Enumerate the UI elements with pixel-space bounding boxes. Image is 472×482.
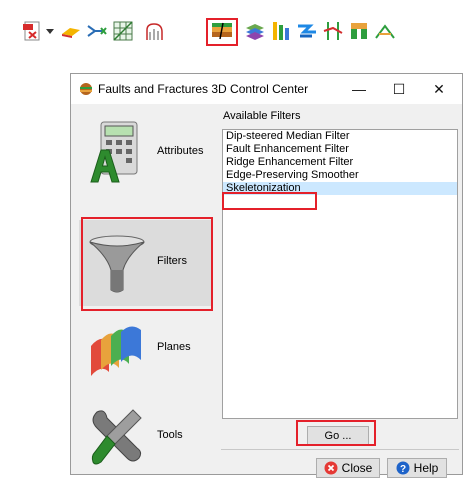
window-titlebar[interactable]: Faults and Fractures 3D Control Center —… [71, 74, 462, 104]
category-planes[interactable]: Planes [79, 306, 211, 392]
app-logo-icon [79, 82, 93, 96]
category-label: Planes [157, 341, 191, 353]
planes-icon [87, 316, 147, 382]
list-item[interactable]: Dip-steered Median Filter [223, 130, 457, 143]
help-button[interactable]: ? Help [387, 458, 447, 478]
category-label: Attributes [157, 145, 204, 157]
fault-sticks-icon[interactable] [322, 20, 344, 42]
minimize-button[interactable]: — [339, 74, 379, 104]
faults-fractures-icon[interactable] [211, 20, 233, 42]
maximize-button[interactable]: ☐ [379, 74, 419, 104]
grid-mesh-icon[interactable] [112, 20, 134, 42]
help-button-label: Help [413, 461, 439, 475]
category-attributes[interactable]: Attributes [79, 110, 211, 196]
wheeler-icon[interactable] [348, 20, 370, 42]
category-label: Tools [157, 429, 183, 441]
help-question-icon: ? [396, 461, 410, 475]
well-log-icon[interactable] [270, 20, 292, 42]
filters-listbox[interactable]: Dip-steered Median Filter Fault Enhancem… [222, 129, 458, 419]
list-item[interactable]: Ridge Enhancement Filter [223, 156, 457, 169]
close-button[interactable]: Close [316, 458, 380, 478]
close-button-label: Close [341, 461, 373, 475]
main-toolbar [22, 18, 462, 48]
close-x-icon [324, 461, 338, 475]
filters-highlight-box [81, 217, 213, 311]
svg-text:?: ? [400, 464, 406, 475]
sediment-icon[interactable] [374, 20, 396, 42]
layer-stack-icon[interactable] [244, 20, 266, 42]
surface-icon[interactable] [60, 20, 82, 42]
flow-arrow-icon[interactable] [296, 20, 318, 42]
skeletonization-highlight-box [222, 192, 317, 210]
go-highlight-box [296, 420, 376, 446]
close-window-button[interactable]: ✕ [419, 74, 459, 104]
category-tools[interactable]: Tools [79, 394, 211, 480]
seismic-attribute-icon[interactable] [144, 20, 166, 42]
list-item[interactable]: Fault Enhancement Filter [223, 143, 457, 156]
divider [221, 449, 459, 450]
wrench-screwdriver-icon [87, 404, 147, 470]
category-panel: Attributes Filters Planes Tools [73, 102, 215, 472]
pdf-export-icon[interactable] [22, 20, 44, 42]
list-item[interactable]: Edge-Preserving Smoother [223, 169, 457, 182]
window-title: Faults and Fractures 3D Control Center [98, 82, 309, 96]
control-center-window: Faults and Fractures 3D Control Center —… [70, 73, 463, 478]
available-filters-heading: Available Filters [223, 110, 301, 122]
calculator-a-icon [87, 120, 147, 186]
pdf-dropdown-arrow-icon[interactable] [46, 27, 54, 35]
horizon-tracking-icon[interactable] [86, 20, 108, 42]
